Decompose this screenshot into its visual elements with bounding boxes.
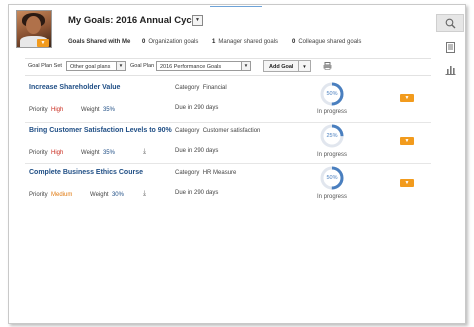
goal-due: Due in 290 days [175,190,219,196]
goal-actions-button[interactable]: ▼ [400,94,414,102]
page-title: My Goals: 2016 Annual Cycle [68,15,200,26]
search-button[interactable] [436,14,464,32]
plan-label: Goal Plan [130,63,155,69]
divider [25,163,431,164]
search-icon [445,18,455,28]
goal-name-link[interactable]: Bring Customer Satisfaction Levels to 90… [29,127,172,134]
goal-status: In progress [317,194,348,200]
weight-value: 35% [102,150,115,156]
goal-row[interactable]: Bring Customer Satisfaction Levels to 90… [25,124,431,161]
goal-meta: Priority Medium Weight 30% [29,192,124,198]
stat-colleague-shared-goals[interactable]: 0 Colleague shared goals [292,39,361,45]
goals-panel [8,4,466,324]
top-accent-line [210,6,262,7]
avatar-menu-button[interactable]: ▼ [37,39,49,47]
title-dropdown-button[interactable]: ▼ [192,15,203,26]
plan-select[interactable]: 2016 Performance Goals ▼ [156,61,251,71]
goal-actions-button[interactable]: ▼ [400,137,414,145]
goal-category: Category Financial [175,85,227,91]
goal-category: Category HR Measure [175,170,237,176]
chart-button[interactable] [436,60,464,78]
progress-percent: 50% [326,91,338,97]
print-icon [323,62,332,70]
print-button[interactable] [323,62,332,72]
goal-filter-bar: Goal Plan Set Other goal plans ▼ Goal Pla… [25,58,431,76]
stat-manager-shared-goals[interactable]: 1 Manager shared goals [212,39,278,45]
goal-status: In progress [317,152,348,158]
plan-set-label: Goal Plan Set [28,63,62,69]
progress-percent: 50% [326,175,338,181]
divider [25,122,431,123]
goal-name-link[interactable]: Increase Shareholder Value [29,84,120,91]
goal-meta: Priority High Weight 35% [29,107,115,113]
goal-due: Due in 290 days [175,148,219,154]
shared-goals-label: Goals Shared with Me [68,39,131,45]
right-toolbar [436,6,464,86]
priority-value: High [51,107,64,113]
document-icon [445,41,455,53]
chevron-down-icon: ▼ [298,61,310,71]
weight-value: 35% [102,107,115,113]
progress-percent: 25% [326,133,338,139]
goal-status: In progress [317,109,348,115]
stat-organization-goals[interactable]: 0 Organization goals [142,39,198,45]
chevron-down-icon: ▼ [241,62,250,70]
chevron-down-icon: ▼ [116,62,125,70]
priority-value: Medium [51,192,73,198]
plan-set-select[interactable]: Other goal plans ▼ [66,61,126,71]
goal-name-link[interactable]: Complete Business Ethics Course [29,169,143,176]
aligned-goal-icon[interactable]: ⤓ [143,190,146,198]
aligned-goal-icon[interactable]: ⤓ [143,148,146,156]
goal-row[interactable]: Increase Shareholder Value Category Fina… [25,82,431,118]
goal-category: Category Customer satisfaction [175,128,261,134]
document-button[interactable] [436,38,464,56]
weight-value: 30% [111,192,124,198]
goal-row[interactable]: Complete Business Ethics Course Category… [25,166,431,203]
chart-icon [445,65,455,75]
add-goal-button[interactable]: Add Goal ▼ [263,60,311,72]
goal-due: Due in 290 days [175,105,219,111]
priority-value: High [51,150,64,156]
goal-meta: Priority High Weight 35% [29,150,115,156]
goal-actions-button[interactable]: ▼ [400,179,414,187]
